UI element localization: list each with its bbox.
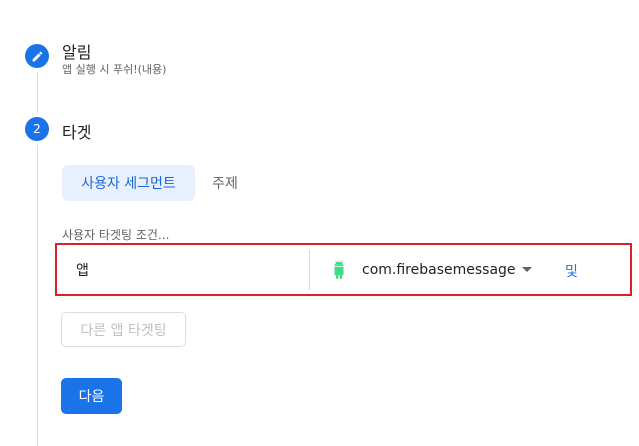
- chevron-down-icon[interactable]: [522, 267, 532, 272]
- package-select[interactable]: com.firebasemessage: [320, 250, 542, 290]
- tab-topic[interactable]: 주제: [199, 165, 251, 201]
- targeting-condition-label: 사용자 타겟팅 조건...: [62, 228, 170, 242]
- step-1-title: 알림: [62, 43, 92, 62]
- android-icon: [334, 261, 344, 279]
- and-link[interactable]: 및: [565, 261, 578, 281]
- package-name: com.firebasemessage: [362, 262, 516, 278]
- step-2-number: 2: [33, 122, 41, 136]
- step-1-circle: [25, 44, 49, 68]
- step-2-title: 타겟: [62, 123, 92, 142]
- app-field[interactable]: 앱: [62, 250, 310, 290]
- next-button[interactable]: 다음: [61, 378, 122, 414]
- target-other-app-button[interactable]: 다른 앱 타겟팅: [61, 312, 186, 347]
- stepper-line-2: [37, 145, 38, 446]
- step-1-subtitle: 앱 실행 시 푸쉬!(내용): [62, 63, 167, 76]
- tab-user-segment[interactable]: 사용자 세그먼트: [62, 165, 195, 201]
- stepper-line-1: [37, 72, 38, 112]
- step-2-circle: 2: [25, 117, 49, 141]
- app-field-label: 앱: [76, 263, 89, 279]
- pencil-icon: [32, 51, 42, 61]
